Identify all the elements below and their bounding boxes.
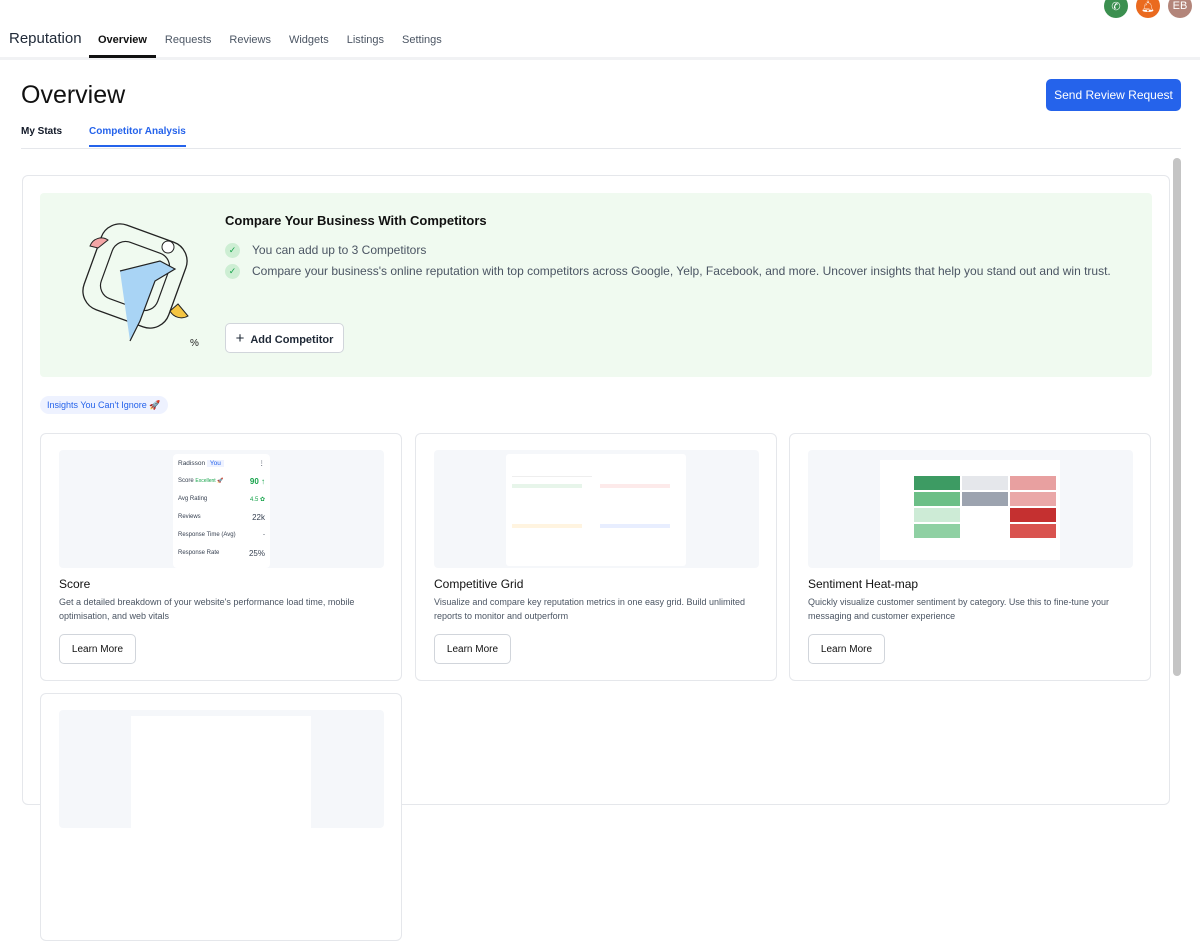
competitor-illustration-icon: %	[82, 223, 199, 349]
nav-requests[interactable]: Requests	[156, 34, 220, 58]
competitive-grid-preview	[434, 450, 759, 568]
row-value: 4.5 ✿	[249, 496, 265, 503]
row-label: Response Time (Avg)	[178, 532, 236, 538]
row-label: Avg Rating	[178, 496, 208, 502]
top-nav-bar: Reputation Overview Requests Reviews Wid…	[0, 0, 1200, 60]
banner-title: Compare Your Business With Competitors	[225, 213, 487, 228]
row-label: Reviews	[178, 514, 201, 520]
nav-settings[interactable]: Settings	[393, 34, 451, 58]
more-icon: ⋮	[258, 460, 266, 467]
card-title: Sentiment Heat-map	[808, 577, 919, 591]
business-name: Radisson	[178, 459, 206, 467]
card-description: Quickly visualize customer sentiment by …	[808, 597, 1109, 621]
point-text: Compare your business's online reputatio…	[252, 264, 1111, 278]
nav-listings[interactable]: Listings	[338, 34, 393, 58]
banner-point: ✓ Compare your business's online reputati…	[225, 262, 1145, 280]
tab-my-stats[interactable]: My Stats	[21, 126, 62, 145]
add-competitor-label: Add Competitor	[250, 333, 334, 346]
sentiment-heatmap-card: Sentiment Heat-map Quickly visualize cus…	[789, 433, 1151, 681]
card-description: Visualize and compare key reputation met…	[434, 597, 745, 621]
page-title: Overview	[21, 81, 126, 109]
row-value: 90 ↑	[249, 476, 265, 486]
add-competitor-button[interactable]: + Add Competitor	[225, 323, 344, 353]
tab-competitor-analysis[interactable]: Competitor Analysis	[89, 126, 186, 147]
card-description: Get a detailed breakdown of your website…	[59, 597, 355, 621]
app-title: Reputation	[9, 30, 82, 47]
score-card: Radisson You ⋮ Score Excellent 🚀 90 ↑ Avg …	[40, 433, 402, 681]
row-value: 25%	[248, 548, 265, 558]
insights-pill: Insights You Can't Ignore 🚀	[40, 396, 168, 414]
score-preview: Radisson You ⋮ Score Excellent 🚀 90 ↑ Avg …	[59, 450, 384, 568]
compare-banner: % Compare Your Business With Competitors…	[40, 193, 1152, 377]
main-nav: Overview Requests Reviews Widgets Listin…	[89, 34, 451, 58]
avatar[interactable]: EB	[1168, 0, 1192, 18]
card-title: Score	[59, 577, 91, 591]
row-value: -	[263, 532, 265, 538]
nav-overview[interactable]: Overview	[89, 34, 156, 58]
send-review-request-button[interactable]: Send Review Request	[1046, 79, 1181, 111]
sub-tabs: My Stats Competitor Analysis	[21, 126, 1181, 149]
rating-source-preview	[59, 710, 384, 828]
learn-more-button[interactable]: Learn More	[434, 634, 511, 664]
you-badge: You	[206, 459, 224, 467]
heatmap-preview	[808, 450, 1133, 568]
learn-more-button[interactable]: Learn More	[808, 634, 885, 664]
point-text: You can add up to 3 Competitors	[252, 243, 427, 257]
rating-by-source-card	[40, 693, 402, 941]
scrollbar[interactable]	[1173, 158, 1181, 676]
row-label: Response Rate	[178, 550, 220, 556]
bell-icon[interactable]: 🔔︎	[1136, 0, 1160, 18]
competitive-grid-card: Competitive Grid Visualize and compare k…	[415, 433, 777, 681]
nav-widgets[interactable]: Widgets	[280, 34, 338, 58]
banner-point: ✓ You can add up to 3 Competitors	[225, 241, 1145, 259]
row-label: Score	[178, 478, 194, 484]
card-title: Competitive Grid	[434, 577, 524, 591]
check-icon: ✓	[225, 264, 240, 279]
row-value: 22k	[252, 512, 265, 522]
phone-icon[interactable]: ✆	[1104, 0, 1128, 18]
learn-more-button[interactable]: Learn More	[59, 634, 136, 664]
plus-icon: +	[235, 329, 245, 347]
svg-text:%: %	[190, 338, 199, 349]
check-icon: ✓	[225, 243, 240, 258]
row-badge: Excellent 🚀	[195, 478, 224, 484]
nav-reviews[interactable]: Reviews	[220, 34, 280, 58]
